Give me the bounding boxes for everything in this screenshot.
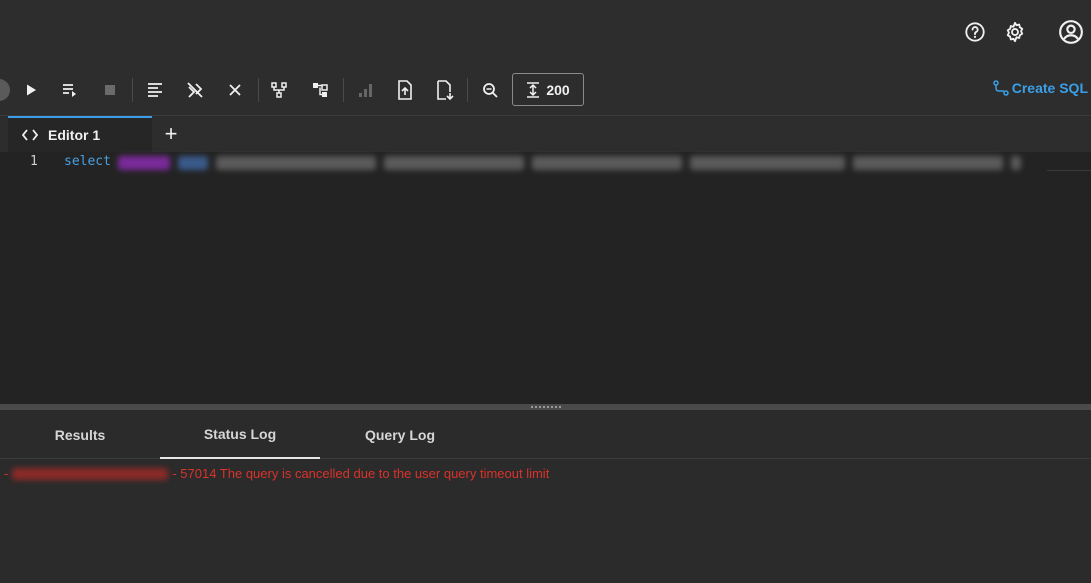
code-icon	[22, 129, 38, 141]
create-sql-label: Create SQL	[1011, 80, 1088, 96]
comment-toggle-icon[interactable]	[182, 77, 208, 103]
log-prefix: -	[4, 466, 9, 481]
toolbar-divider	[467, 78, 468, 102]
circle-icon[interactable]	[0, 77, 12, 103]
toolbar-divider	[132, 78, 133, 102]
import-file-icon[interactable]	[432, 77, 458, 103]
row-limit-icon	[527, 81, 540, 98]
tab-status-log[interactable]: Status Log	[160, 410, 320, 459]
results-panel: Results Status Log Query Log - - 57014 T…	[0, 410, 1091, 583]
editor-scroll-hint	[1047, 170, 1091, 171]
redacted-timestamp	[12, 467, 169, 480]
sql-editor[interactable]: 1 select	[0, 152, 1091, 404]
chart-icon[interactable]	[352, 77, 378, 103]
results-tab-bar: Results Status Log Query Log	[0, 410, 1091, 459]
log-message: - 57014 The query is cancelled due to th…	[172, 466, 550, 481]
add-tab-icon[interactable]: +	[160, 122, 182, 146]
tab-results[interactable]: Results	[0, 410, 160, 459]
toolbar-divider	[258, 78, 259, 102]
query-toolbar: 200 Create SQL	[0, 64, 1091, 116]
stop-icon[interactable]	[97, 77, 123, 103]
account-circle-icon[interactable]	[1058, 19, 1084, 45]
tab-editor-1[interactable]: Editor 1	[8, 116, 152, 152]
tab-status-log-label: Status Log	[203, 425, 277, 442]
search-refresh-icon[interactable]	[477, 77, 503, 103]
line-number: 1	[30, 154, 38, 169]
editor-tab-bar: Editor 1 +	[0, 116, 1091, 152]
help-circle-icon[interactable]	[962, 19, 988, 45]
run-script-icon[interactable]	[57, 77, 83, 103]
tab-results-label: Results	[54, 426, 106, 443]
export-file-icon[interactable]	[392, 77, 418, 103]
diagram-icon[interactable]	[307, 77, 333, 103]
flow-icon	[993, 80, 1009, 96]
redacted-code	[118, 154, 1038, 172]
row-limit-input[interactable]: 200	[512, 73, 584, 106]
gear-icon[interactable]	[1002, 19, 1028, 45]
tab-query-log[interactable]: Query Log	[320, 410, 480, 459]
row-limit-value: 200	[546, 81, 570, 98]
splitter-grip[interactable]	[530, 406, 561, 408]
top-bar	[0, 0, 1091, 64]
status-log-entry: - - 57014 The query is cancelled due to …	[4, 466, 549, 481]
tab-query-log-label: Query Log	[364, 426, 435, 443]
clear-close-icon[interactable]	[222, 77, 248, 103]
explain-plan-icon[interactable]	[266, 77, 292, 103]
format-align-icon[interactable]	[142, 77, 168, 103]
tab-editor-label: Editor 1	[48, 127, 101, 143]
run-play-icon[interactable]	[18, 77, 44, 103]
create-sql-button[interactable]: Create SQL	[993, 80, 1088, 96]
toolbar-divider	[343, 78, 344, 102]
sql-keyword: select	[64, 154, 111, 169]
